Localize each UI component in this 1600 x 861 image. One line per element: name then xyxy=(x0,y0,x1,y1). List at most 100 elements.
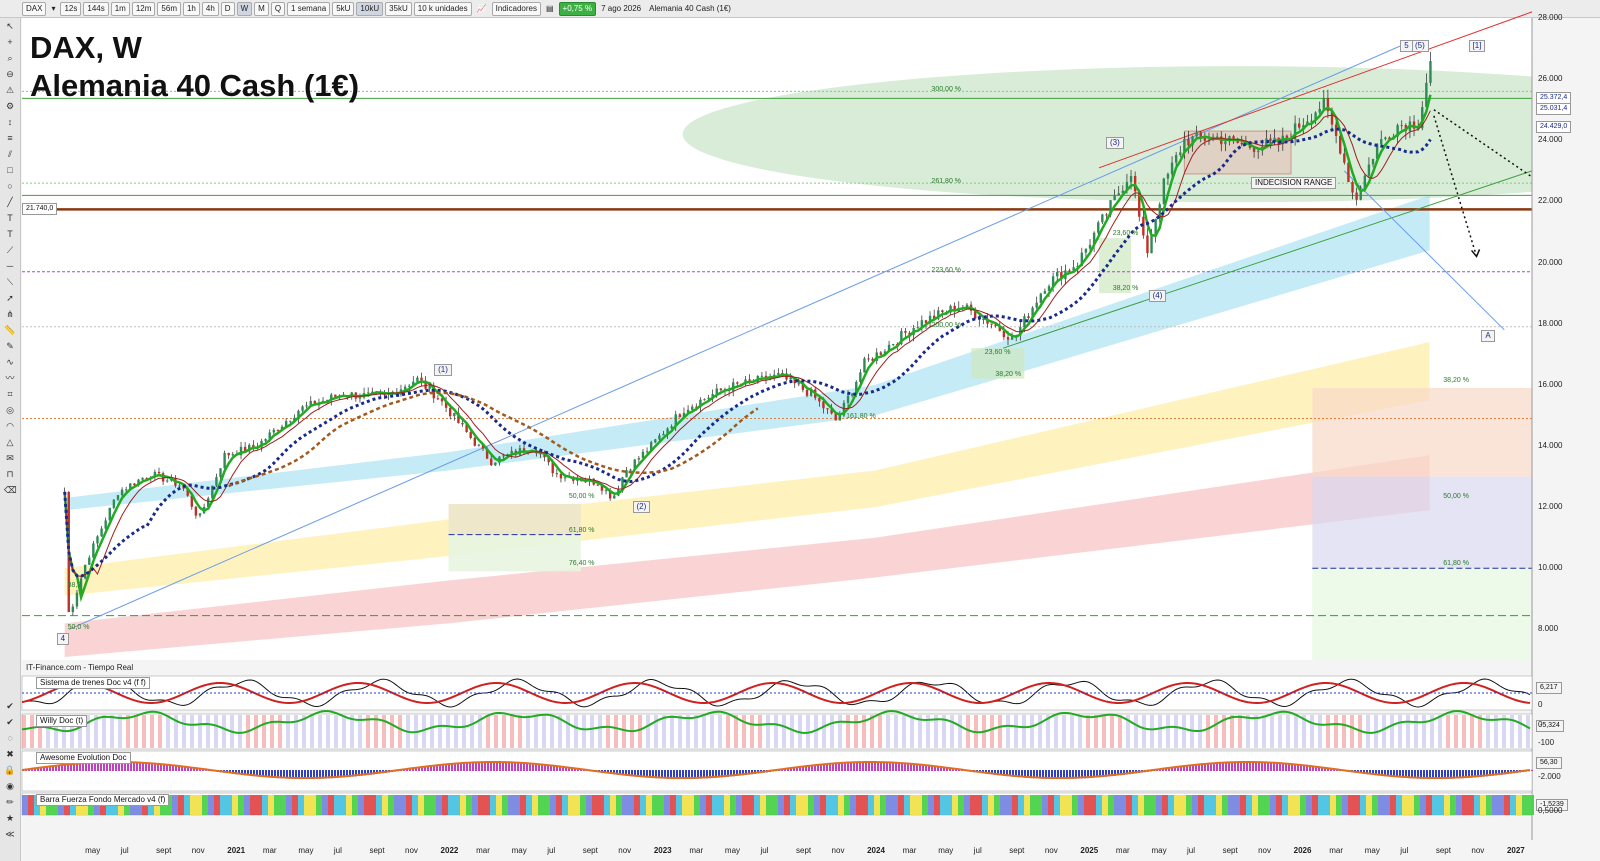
wave-annotation: 5 xyxy=(1400,39,1413,52)
willy-bar xyxy=(1326,715,1330,748)
willy-bar xyxy=(886,715,890,748)
fib-label: 261,80 % xyxy=(931,178,962,186)
fib-label: 76,40 % xyxy=(568,560,595,568)
candle-body xyxy=(366,392,370,394)
barra-segment xyxy=(808,795,814,815)
candle-body xyxy=(1129,176,1133,182)
awesome-bar xyxy=(844,762,846,771)
willy-bar xyxy=(1158,715,1162,748)
barra-segment xyxy=(484,795,490,815)
barra-segment xyxy=(700,795,706,815)
barra-segment xyxy=(1486,795,1492,815)
willy-bar xyxy=(430,715,434,748)
awesome-bar xyxy=(451,763,453,771)
fib-label: 23,60 % xyxy=(984,349,1011,357)
awesome-bar xyxy=(1234,762,1236,771)
barra-segment xyxy=(1438,795,1444,815)
barra-segment xyxy=(556,795,562,815)
barra-segment xyxy=(1060,795,1066,815)
candle-body xyxy=(1195,132,1198,137)
barra-segment xyxy=(712,795,718,815)
willy-bar xyxy=(790,715,794,748)
willy-bar xyxy=(742,715,746,748)
awesome-bar xyxy=(472,762,474,771)
candle-body xyxy=(625,470,628,478)
barra-segment xyxy=(1378,795,1384,815)
candle-body xyxy=(645,451,649,453)
awesome-bar xyxy=(1201,764,1203,771)
candle-body xyxy=(231,454,235,456)
barra-segment xyxy=(232,795,238,815)
candle-body xyxy=(92,543,95,558)
candle-body xyxy=(555,473,559,475)
chart-canvas[interactable] xyxy=(0,0,1600,861)
barra-segment xyxy=(580,795,586,815)
fib-label: 223,60 % xyxy=(931,266,962,274)
willy-bar xyxy=(550,715,554,748)
barra-segment xyxy=(526,795,532,815)
candle-body xyxy=(219,468,222,478)
awesome-bar xyxy=(136,762,138,771)
barra-segment xyxy=(256,795,262,815)
candle-body xyxy=(1162,178,1166,205)
candle-body xyxy=(215,477,218,486)
awesome-bar xyxy=(832,763,834,771)
barra-segment xyxy=(1036,795,1042,815)
barra-segment xyxy=(964,795,970,815)
barra-segment xyxy=(184,795,190,815)
willy-bar xyxy=(494,715,498,748)
willy-bar xyxy=(1214,715,1218,748)
x-tick-label: may xyxy=(1151,846,1167,855)
barra-segment xyxy=(1360,795,1366,815)
awesome-bar xyxy=(520,762,522,771)
barra-segment xyxy=(688,795,694,815)
barra-segment xyxy=(856,795,862,815)
wave-annotation: (3) xyxy=(1105,137,1124,150)
candle-body xyxy=(276,429,280,431)
price-label: 25.031,4 xyxy=(1536,102,1572,115)
barra-segment xyxy=(1192,795,1198,815)
awesome-bar xyxy=(487,762,489,771)
x-tick-label: jul xyxy=(547,846,556,855)
willy-bar xyxy=(1038,715,1042,748)
y-tick-label: 18.000 xyxy=(1538,318,1563,328)
barra-segment xyxy=(1198,795,1204,815)
willy-bar xyxy=(1182,715,1186,748)
barra-segment xyxy=(1264,795,1270,815)
candle-body xyxy=(116,495,120,500)
awesome-bar xyxy=(508,762,510,771)
fib-label: 61,80 % xyxy=(568,526,595,534)
candle-body xyxy=(777,373,780,375)
candle-body xyxy=(690,406,694,410)
candle-body xyxy=(1023,316,1026,328)
awesome-bar xyxy=(517,762,519,771)
candle-body xyxy=(1150,235,1153,254)
candle-body xyxy=(490,458,493,466)
willy-bar xyxy=(854,715,858,748)
barra-segment xyxy=(1108,795,1114,815)
x-tick-label: may xyxy=(85,846,101,855)
awesome-bar xyxy=(445,764,447,771)
willy-bar xyxy=(678,715,682,748)
candle-body xyxy=(403,386,407,390)
candle-body xyxy=(1371,158,1375,165)
candle-body xyxy=(1215,136,1219,138)
awesome-bar xyxy=(511,762,513,771)
candle-body xyxy=(104,520,107,529)
barra-segment xyxy=(1300,795,1306,815)
barra-segment xyxy=(718,795,724,815)
awesome-bar xyxy=(859,762,861,771)
fib-label: 50,0 % xyxy=(67,624,90,632)
candle-body xyxy=(719,388,723,391)
willy-bar xyxy=(1342,715,1346,748)
candle-body xyxy=(859,372,862,382)
barra-segment xyxy=(454,795,460,815)
willy-bar xyxy=(598,715,602,748)
awesome-bar xyxy=(1276,762,1278,771)
candle-body xyxy=(1179,152,1182,155)
candle-body xyxy=(797,383,801,385)
willy-bar xyxy=(750,715,754,748)
barra-segment xyxy=(1474,795,1480,815)
barra-segment xyxy=(382,795,388,815)
x-tick-label: jul xyxy=(120,846,129,855)
